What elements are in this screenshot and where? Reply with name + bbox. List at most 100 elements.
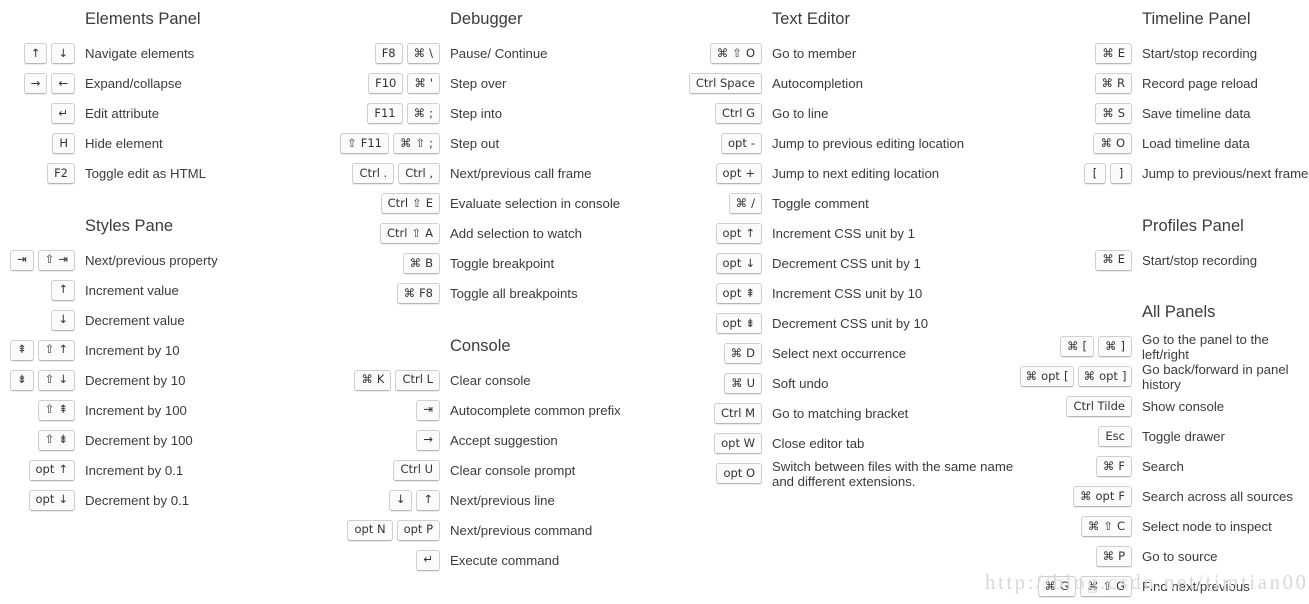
key-combo-group: ↑ (0, 277, 75, 304)
key-glyph: ↓ (58, 372, 68, 387)
shortcut-row: Ctrl Tilde Show console (1020, 392, 1309, 422)
key-combo-group: Ctrl ⇧ E (340, 190, 440, 217)
key-glyph: S (1117, 105, 1125, 120)
key-combo-group: H (0, 130, 75, 157)
key-glyph: O (1115, 135, 1125, 150)
shortcut-row: ⌘ G ⌘ ⇧ G Find next/previous (1020, 572, 1309, 602)
shortcut-row: opt + Jump to next editing location (680, 159, 1020, 189)
key-glyph: ⇟ (58, 432, 68, 447)
key-chip: F2 (47, 163, 75, 184)
key-glyph: ↑ (745, 225, 755, 240)
key-combo-group: ⌘[⌘] (1020, 333, 1132, 360)
key-chip: ⇧ ⇟ (37, 429, 75, 451)
key-glyph: ⇧ (1102, 578, 1113, 593)
key-chip: ⇧ F11 (340, 133, 389, 154)
key-combo-group: ⌘ opt[⌘ opt] (1020, 363, 1132, 390)
key-chip: opt P (396, 519, 440, 541)
shortcut-description: Increment by 100 (85, 402, 187, 418)
key-chip: ↑ (23, 43, 48, 64)
key-glyph: Esc (1105, 428, 1125, 443)
key-chip: ⇧ ⇥ (37, 249, 75, 271)
shortcut-row: ⌘ P Go to source (1020, 542, 1309, 572)
key-combo-group: opt N opt P (340, 517, 440, 544)
key-glyph: opt (722, 285, 742, 300)
shortcut-row: ⌘ / Toggle comment (680, 189, 1020, 219)
key-combo-group: ↑ ↓ (0, 40, 75, 67)
key-chip: ⌘ ⇧ C (1080, 516, 1132, 537)
shortcut-description: Step out (450, 136, 500, 151)
shortcut-row: opt N opt P Next/previous command (340, 515, 680, 545)
shortcut-row: ⌘ E Start/stop recording (1020, 245, 1309, 275)
section-styles-pane: Styles Pane ⇥ ⇧ ⇥ Next/previous property ↑ Inc… (0, 189, 340, 516)
shortcut-description: Increment CSS unit by 1 (772, 226, 915, 241)
shortcut-row: Ctrl G Go to line (680, 99, 1020, 129)
key-chip: Ctrl M (713, 403, 762, 424)
section-title: Console (450, 336, 511, 355)
key-glyph: P (1118, 548, 1125, 563)
shortcut-description: Close editor tab (772, 436, 865, 451)
key-glyph: ⌘ (1105, 338, 1117, 353)
key-combo-group: ⇟ ⇧ ↓ (0, 367, 75, 394)
key-combo-group: ⌘ / (680, 190, 762, 217)
shortcut-row: → Accept suggestion (340, 425, 680, 455)
shortcut-description: Start/stop recording (1142, 46, 1258, 61)
key-combo-group: F10 ⌘ ' (340, 70, 440, 97)
shortcut-row: ⌘ B Toggle breakpoint (340, 249, 680, 279)
key-chip: Ctrl Space (688, 73, 762, 94)
shortcut-description: Go to the panel to the left/right (1142, 331, 1269, 362)
key-glyph: ⇧ (44, 402, 55, 417)
key-glyph: K (376, 372, 385, 387)
key-combo-group: ⌘ U (680, 370, 762, 397)
key-glyph: ⇧ (412, 195, 422, 210)
key-combo-group: ⌘ E (1020, 247, 1132, 274)
key-glyph: ⇧ (44, 432, 55, 447)
shortcut-row: ↵ Edit attribute (0, 99, 340, 129)
key-chip: ⇥ (10, 249, 34, 271)
key-glyph: E (1117, 45, 1125, 60)
key-combo-group: Ctrl G (680, 100, 762, 127)
key-combo-group: ⌘ G ⌘ ⇧ G (1020, 573, 1132, 600)
shortcut-row: → ← Expand/collapse (0, 69, 340, 99)
key-glyph: ⇧ (44, 372, 55, 387)
key-glyph: ] (1118, 165, 1124, 180)
shortcut-row: opt O Switch between files with the same … (680, 459, 1020, 489)
key-chip: ⇟ (10, 369, 34, 391)
key-glyph: opt (722, 315, 742, 330)
key-chip: ⌘ / (728, 193, 762, 214)
key-combo-group: ⌘ ⇧ O (680, 40, 762, 67)
key-glyph: F10 (375, 75, 397, 90)
shortcut-description: Increment by 10 (85, 342, 180, 358)
key-glyph: ⌘ (1102, 105, 1114, 120)
shortcut-description: Go to member (772, 46, 857, 61)
shortcut-description: Jump to next editing location (772, 166, 940, 181)
key-chip: ⌘ E (1095, 43, 1132, 64)
key-glyph: ⌘ (1087, 518, 1100, 533)
key-chip: Ctrl , (398, 163, 440, 184)
shortcut-row: H Hide element (0, 129, 340, 159)
key-glyph: ⇧ (411, 225, 422, 240)
section-title: All Panels (1142, 303, 1216, 321)
shortcut-description: Decrement CSS unit by 1 (772, 256, 921, 271)
shortcut-row: F10 ⌘ ' Step over (340, 69, 680, 99)
shortcut-description: Toggle drawer (1142, 429, 1225, 444)
section-title: Elements Panel (85, 10, 201, 28)
shortcut-description: Switch between files with the same name … (772, 458, 1014, 489)
shortcut-description: Autocomplete common prefix (450, 402, 621, 418)
shortcut-description: Go back/forward in panel history (1142, 361, 1289, 392)
key-glyph: U (746, 375, 755, 390)
key-chip: ⌘ opt F (1073, 486, 1132, 507)
shortcut-description: Go to source (1142, 549, 1218, 564)
key-combo-group: ⇧ F11 ⌘ ⇧; (340, 130, 440, 157)
shortcut-row: ↓ ↑ Next/previous line (340, 485, 680, 515)
key-glyph: ⇥ (58, 252, 68, 267)
shortcut-row: opt ↑ Increment CSS unit by 1 (680, 219, 1020, 249)
key-combo-group: ⌘ D (680, 340, 762, 367)
key-glyph: ⌘ (730, 345, 743, 360)
key-glyph: ⌘ (399, 135, 412, 150)
key-glyph: opt (35, 462, 55, 477)
key-glyph: ⌘ (735, 195, 748, 210)
section-console: Console ⌘ K Ctrl L Clear console ⇥ Autocomplet… (340, 309, 680, 576)
shortcut-row: ⌘ K Ctrl L Clear console (340, 365, 680, 395)
shortcut-row: Ctrl U Clear console prompt (340, 455, 680, 485)
section-title: Timeline Panel (1142, 10, 1251, 28)
